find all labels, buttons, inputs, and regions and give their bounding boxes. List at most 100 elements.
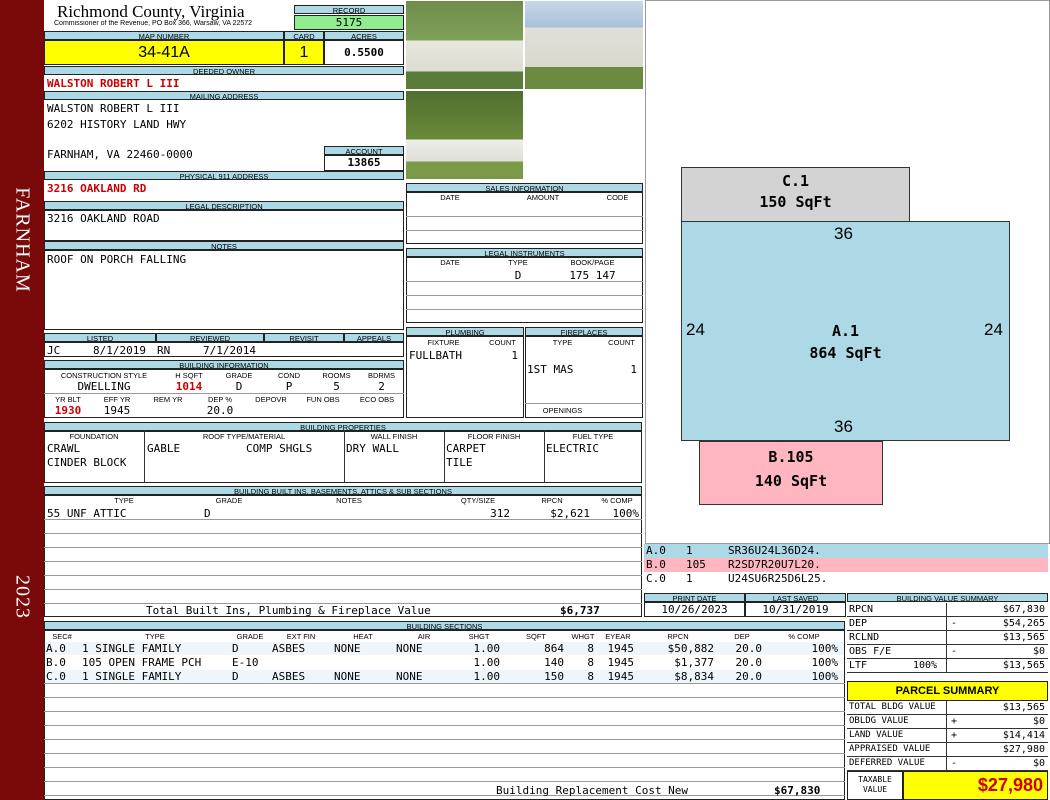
bi-grade: D xyxy=(235,380,243,393)
last-saved: 10/31/2019 xyxy=(745,602,846,617)
section-cell-shgt: 1.00 xyxy=(473,670,501,683)
section-cell-whgt: 8 xyxy=(587,656,594,669)
section-cell-grade: E-10 xyxy=(232,656,259,669)
legend-count: 1 xyxy=(686,544,693,557)
section-cell-rpcn: $8,834 xyxy=(674,670,714,683)
ps-obldg-sign: + xyxy=(951,716,958,727)
section-cell-rpcn: $50,882 xyxy=(667,642,714,655)
sales-date-header: DATE xyxy=(440,193,460,202)
acres-header: ACRES xyxy=(324,31,404,40)
bi-style-header: CONSTRUCTION STYLE xyxy=(60,371,148,380)
sections-header-comp: % COMP xyxy=(788,632,820,641)
sidebar-year: 2023 xyxy=(11,575,34,619)
sections-header-rpcn: RPCN xyxy=(667,632,689,641)
vs-ltf-label: LTF xyxy=(849,660,868,671)
sidebar-city: FARNHAM xyxy=(11,187,34,293)
prop-foundation-header: FOUNDATION xyxy=(69,432,119,441)
bi-ecoobs-header: ECO OBS xyxy=(359,395,395,404)
vs-dep-label: DEP xyxy=(849,618,868,629)
sketch-legend-row: B.0 105 R2SD7R20U7L20. xyxy=(644,558,1048,572)
legend-path: R2SD7R20U7L20. xyxy=(728,558,821,571)
sketch-section-b: B.105 140 SqFt xyxy=(699,441,883,505)
vs-obs: $0 xyxy=(1032,646,1045,657)
plumbing-header: PLUMBING xyxy=(406,327,524,336)
building-info-header: BUILDING INFORMATION xyxy=(44,360,404,369)
sidebar: FARNHAM 2023 xyxy=(0,0,44,800)
prop-foundation-1: CRAWL xyxy=(47,442,81,455)
prop-floor-header: FLOOR FINISH xyxy=(467,432,521,441)
reviewed-by: RN xyxy=(157,344,171,357)
appeals-header: APPEALS xyxy=(344,333,404,342)
parcel-summary-title: PARCEL SUMMARY xyxy=(847,681,1048,701)
property-photo-tree xyxy=(405,90,524,180)
sketch-dim-top: 36 xyxy=(834,224,853,243)
section-cell-ext: ASBES xyxy=(272,642,306,655)
ps-land-sign: + xyxy=(951,730,958,741)
sections-header-heat: HEAT xyxy=(353,632,373,641)
last-saved-header: LAST SAVED xyxy=(745,593,846,602)
bi-cond: P xyxy=(285,380,293,393)
reviewed-date: 7/1/2014 xyxy=(203,344,256,357)
legend-count: 105 xyxy=(686,558,706,571)
sales-amount-header: AMOUNT xyxy=(526,193,560,202)
sections-header-air: AIR xyxy=(417,632,431,641)
physical-address-value: 3216 OAKLAND RD xyxy=(47,182,147,195)
prop-wall: DRY WALL xyxy=(346,442,399,455)
bi-style: DWELLING xyxy=(77,380,131,393)
sketch-legend-row: A.0 1 SR36U24L36D24. xyxy=(644,544,1048,558)
record-value: 5175 xyxy=(294,15,404,30)
replacement-cost-value: $67,830 xyxy=(774,784,821,797)
legend-path: SR36U24L36D24. xyxy=(728,544,821,557)
li-date-header: DATE xyxy=(440,258,460,267)
bi-funobs-header: FUN OBS xyxy=(306,395,340,404)
section-cell-ext: ASBES xyxy=(272,670,306,683)
section-cell-dep: 20.0 xyxy=(735,642,763,655)
sketch-dim-right: 24 xyxy=(984,320,1003,339)
section-cell-heat: NONE xyxy=(334,670,361,683)
section-cell-shgt: 1.00 xyxy=(473,642,501,655)
account-header: ACCOUNT xyxy=(324,146,404,155)
sketch-a-area: 864 SqFt xyxy=(809,344,882,362)
ps-total-bldg-label: TOTAL BLDG VALUE xyxy=(849,702,936,712)
vs-rclnd: $13,565 xyxy=(1002,632,1045,643)
fireplace-type-header: TYPE xyxy=(552,338,573,347)
section-cell-grade: D xyxy=(232,642,239,655)
bi-yrblt: 1930 xyxy=(54,404,82,417)
sketch-dim-bottom: 36 xyxy=(834,417,853,436)
sections-header-eyear: EYEAR xyxy=(605,632,631,641)
prop-roof-material: COMP SHGLS xyxy=(246,442,313,455)
building-sections-header: BUILDING SECTIONS xyxy=(44,621,845,630)
vs-obs-sign: - xyxy=(951,646,958,657)
ps-taxable-label: TAXABLE VALUE xyxy=(847,771,903,800)
ps-taxable-label-1: TAXABLE xyxy=(858,775,892,784)
bi-hsqft-header: H SQFT xyxy=(175,371,203,380)
section-cell-eyear: 1945 xyxy=(607,670,635,683)
section-cell-comp: 100% xyxy=(811,670,839,683)
section-cell-dep: 20.0 xyxy=(735,670,763,683)
vs-ltf: $13,565 xyxy=(1002,660,1045,671)
vs-rpcn: $67,830 xyxy=(1002,604,1045,615)
print-date: 10/26/2023 xyxy=(644,602,745,617)
sketch-c-area: 150 SqFt xyxy=(759,193,832,211)
bi-effyr: 1945 xyxy=(103,404,131,417)
bi-bdrms: 2 xyxy=(378,380,385,393)
bi-rooms-header: ROOMS xyxy=(322,371,351,380)
listed-date: 8/1/2019 xyxy=(93,344,146,357)
vs-rpcn-label: RPCN xyxy=(849,604,874,615)
property-photo-side xyxy=(524,0,644,90)
bi-remyr-header: REM YR xyxy=(153,395,183,404)
section-cell-whgt: 8 xyxy=(587,670,594,683)
county-title: Richmond County, Virginia xyxy=(57,2,245,21)
section-cell-eyear: 1945 xyxy=(607,642,635,655)
prop-floor-1: CARPET xyxy=(446,442,486,455)
fireplace-type: 1ST MAS xyxy=(527,363,574,376)
sketch-a-label: A.1 xyxy=(831,322,860,340)
mailing-address-header: MAILING ADDRESS xyxy=(44,91,404,100)
bt-grade-header: GRADE xyxy=(215,496,243,505)
ps-deferred-sign: - xyxy=(951,758,958,769)
acres-value: 0.5500 xyxy=(324,40,404,65)
revisit-header: REVISIT xyxy=(264,333,344,342)
ps-total-bldg: $13,565 xyxy=(1002,702,1045,713)
sections-header-whgt: WHGT xyxy=(571,632,595,641)
section-cell-sec: A.0 xyxy=(46,642,66,655)
